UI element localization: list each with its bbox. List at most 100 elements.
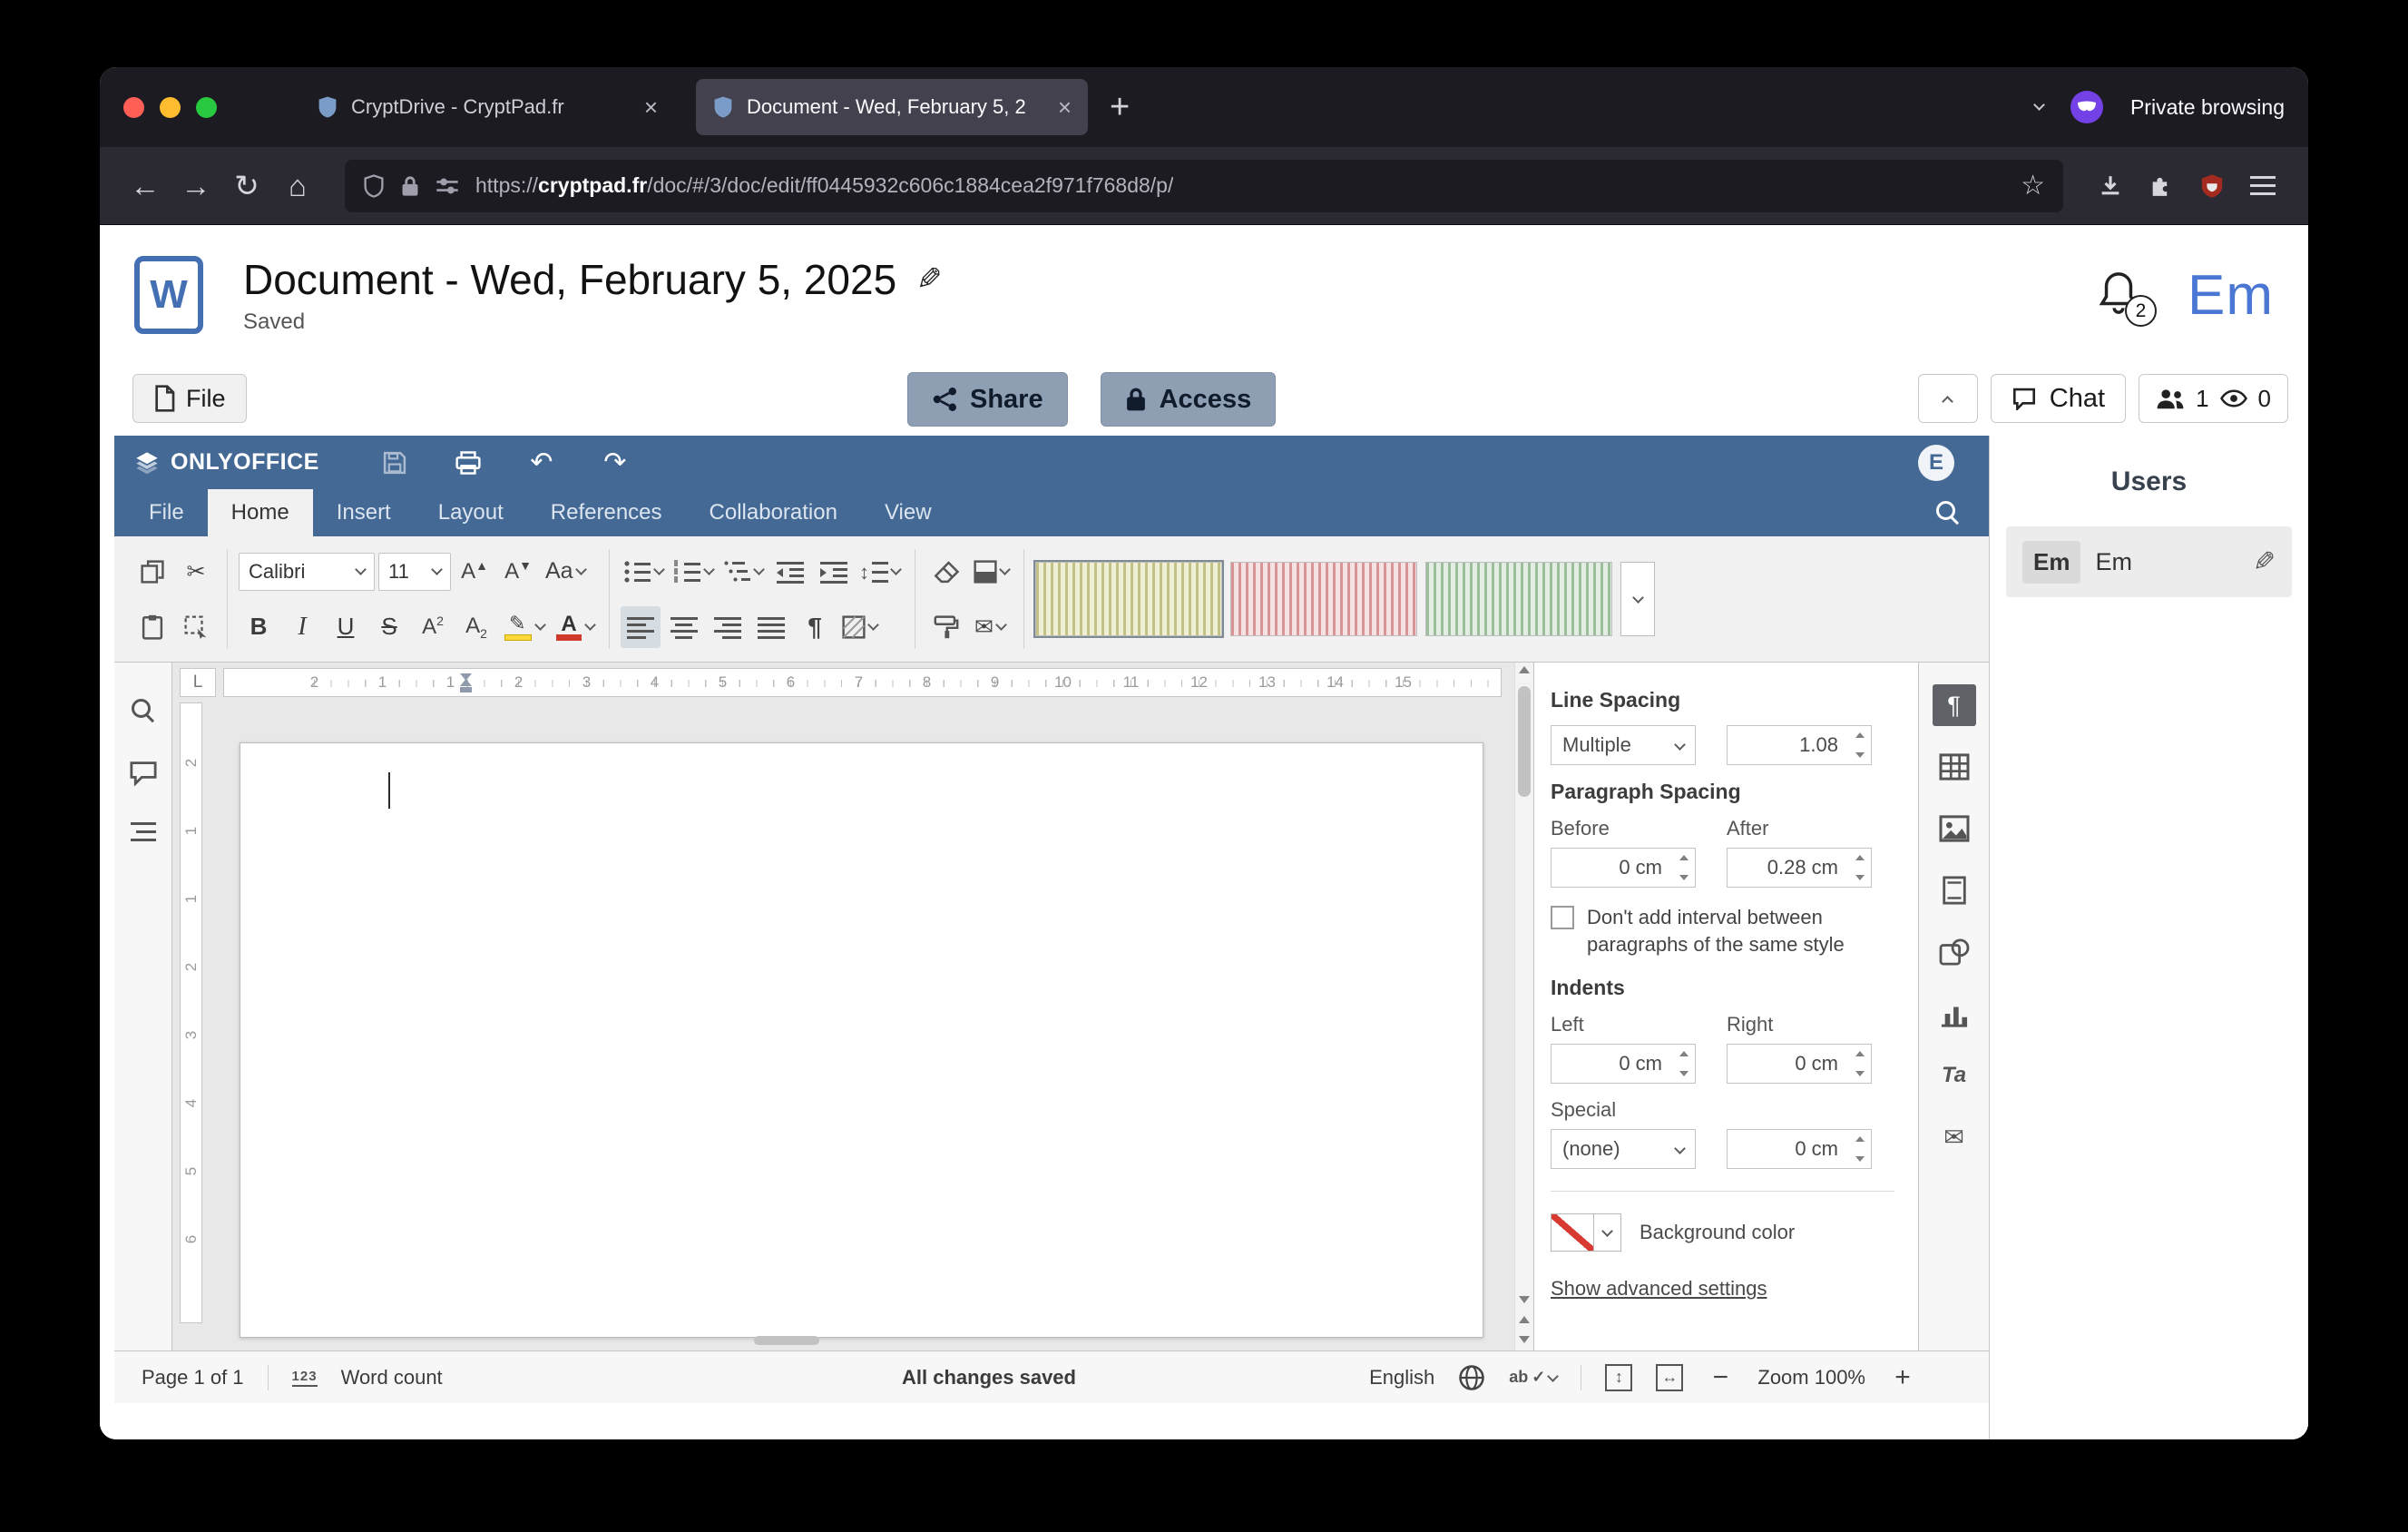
menu-tab-home[interactable]: Home [208, 489, 313, 536]
table-settings-icon[interactable] [1933, 746, 1976, 788]
notifications-button[interactable]: 2 [2097, 270, 2144, 319]
user-list-button[interactable]: 1 0 [2139, 374, 2288, 423]
fit-to-page-icon[interactable]: ↕ [1605, 1364, 1632, 1391]
line-spacing-icon[interactable] [857, 551, 904, 593]
language-selector[interactable]: English [1369, 1366, 1434, 1390]
special-indent-amount-field[interactable]: 0 cm [1727, 1129, 1872, 1169]
vertical-scrollbar[interactable] [1514, 663, 1533, 1350]
back-button[interactable]: ← [120, 161, 171, 211]
bookmark-star-icon[interactable]: ☆ [2021, 170, 2045, 201]
tab-close-icon[interactable]: × [1058, 93, 1072, 122]
navigation-icon[interactable] [131, 822, 156, 842]
menu-tab-view[interactable]: View [861, 489, 955, 536]
increase-indent-icon[interactable] [814, 551, 854, 593]
downloads-icon[interactable] [2085, 161, 2136, 211]
spacing-before-field[interactable]: 0 cm [1551, 848, 1696, 888]
menu-tab-references[interactable]: References [527, 489, 686, 536]
style-preview-heading[interactable] [1425, 562, 1612, 636]
url-bar[interactable]: https://cryptpad.fr/doc/#/3/doc/edit/ff0… [345, 160, 2063, 212]
spin-down-icon[interactable] [1679, 1071, 1689, 1076]
tab-document[interactable]: Document - Wed, February 5, 2 × [696, 79, 1088, 135]
special-indent-select[interactable]: (none) [1551, 1129, 1696, 1169]
horizontal-scrollbar[interactable] [223, 1334, 1502, 1347]
spell-check-toggle[interactable]: ab✓ [1509, 1368, 1557, 1387]
spin-up-icon[interactable] [1679, 1051, 1689, 1056]
ublock-origin-icon[interactable] [2187, 161, 2237, 211]
nonprinting-characters-icon[interactable]: ¶ [795, 606, 835, 648]
align-left-icon[interactable] [621, 606, 661, 648]
spin-down-icon[interactable] [1855, 1156, 1865, 1162]
tab-close-icon[interactable]: × [644, 93, 658, 122]
line-spacing-select[interactable]: Multiple [1551, 725, 1696, 765]
zoom-in-button[interactable]: + [1889, 1362, 1916, 1393]
minimize-window-button[interactable] [160, 97, 181, 118]
strikethrough-icon[interactable]: S [369, 606, 409, 648]
mail-merge-settings-icon[interactable]: ✉ [1933, 1116, 1976, 1158]
scroll-up-icon[interactable] [1519, 666, 1530, 673]
paste-icon[interactable] [132, 606, 172, 648]
find-icon[interactable] [130, 697, 157, 724]
tab-cryptdrive[interactable]: CryptDrive - CryptPad.fr × [300, 79, 674, 135]
search-icon[interactable] [1934, 499, 1962, 526]
undo-icon[interactable]: ↶ [526, 447, 557, 478]
background-color-picker[interactable] [1551, 1213, 1621, 1252]
spin-up-icon[interactable] [1855, 1136, 1865, 1142]
zoom-level[interactable]: Zoom 100% [1757, 1366, 1865, 1390]
chat-button[interactable]: Chat [1991, 374, 2126, 423]
cut-icon[interactable]: ✂ [176, 551, 216, 593]
menu-tab-insert[interactable]: Insert [313, 489, 415, 536]
page-indicator[interactable]: Page 1 of 1 [142, 1366, 244, 1390]
shape-settings-icon[interactable] [1933, 931, 1976, 973]
access-button[interactable]: Access [1101, 372, 1277, 427]
indent-right-field[interactable]: 0 cm [1727, 1044, 1872, 1084]
styles-gallery-expand-button[interactable] [1620, 562, 1655, 636]
close-window-button[interactable] [123, 97, 144, 118]
same-style-interval-checkbox[interactable] [1551, 906, 1574, 929]
highlight-color-icon[interactable]: ✎ [500, 606, 548, 648]
copy-style-icon[interactable] [926, 606, 966, 648]
align-right-icon[interactable] [708, 606, 748, 648]
multilevel-list-icon[interactable] [720, 551, 767, 593]
copy-icon[interactable] [132, 551, 172, 593]
change-case-icon[interactable]: Aa [542, 551, 589, 593]
style-preview-no-spacing[interactable] [1230, 562, 1417, 636]
spin-up-icon[interactable] [1855, 732, 1865, 738]
comments-icon[interactable] [129, 761, 158, 786]
horizontal-scrollbar-thumb[interactable] [754, 1336, 819, 1345]
line-spacing-amount-field[interactable]: 1.08 [1727, 725, 1872, 765]
indent-left-field[interactable]: 0 cm [1551, 1044, 1696, 1084]
underline-icon[interactable]: U [326, 606, 366, 648]
decrease-font-size-icon[interactable]: A▼ [498, 551, 538, 593]
zoom-out-button[interactable]: − [1707, 1362, 1734, 1393]
align-center-icon[interactable] [664, 606, 704, 648]
new-tab-button[interactable]: + [1110, 90, 1130, 124]
share-button[interactable]: Share [907, 372, 1068, 427]
italic-icon[interactable]: I [282, 606, 322, 648]
text-art-settings-icon[interactable]: Ta [1933, 1055, 1976, 1096]
file-button[interactable]: File [132, 374, 247, 423]
spin-down-icon[interactable] [1855, 752, 1865, 758]
word-count-label[interactable]: Word count [341, 1366, 443, 1390]
permissions-icon[interactable] [436, 177, 459, 195]
show-advanced-settings-link[interactable]: Show advanced settings [1551, 1277, 1767, 1301]
previous-page-icon[interactable] [1519, 1316, 1530, 1323]
bold-icon[interactable]: B [239, 606, 279, 648]
spin-up-icon[interactable] [1855, 1051, 1865, 1056]
shading-color-icon[interactable] [970, 551, 1013, 593]
print-icon[interactable] [453, 447, 484, 478]
menu-tab-file[interactable]: File [125, 489, 208, 536]
menu-hamburger-icon[interactable] [2237, 161, 2288, 211]
chart-settings-icon[interactable] [1933, 993, 1976, 1035]
paragraph-shading-icon[interactable] [838, 606, 881, 648]
numbered-list-icon[interactable] [671, 551, 717, 593]
account-avatar[interactable]: Em [2188, 263, 2274, 328]
collapse-toolbar-button[interactable] [1918, 374, 1978, 423]
spacing-after-field[interactable]: 0.28 cm [1727, 848, 1872, 888]
spin-up-icon[interactable] [1855, 855, 1865, 860]
tracking-protection-shield-icon[interactable] [363, 174, 385, 198]
superscript-icon[interactable]: A2 [413, 606, 453, 648]
lock-icon[interactable] [401, 175, 419, 197]
image-settings-icon[interactable] [1933, 808, 1976, 849]
home-button[interactable]: ⌂ [272, 161, 323, 211]
swatch-dropdown-button[interactable] [1594, 1213, 1621, 1252]
